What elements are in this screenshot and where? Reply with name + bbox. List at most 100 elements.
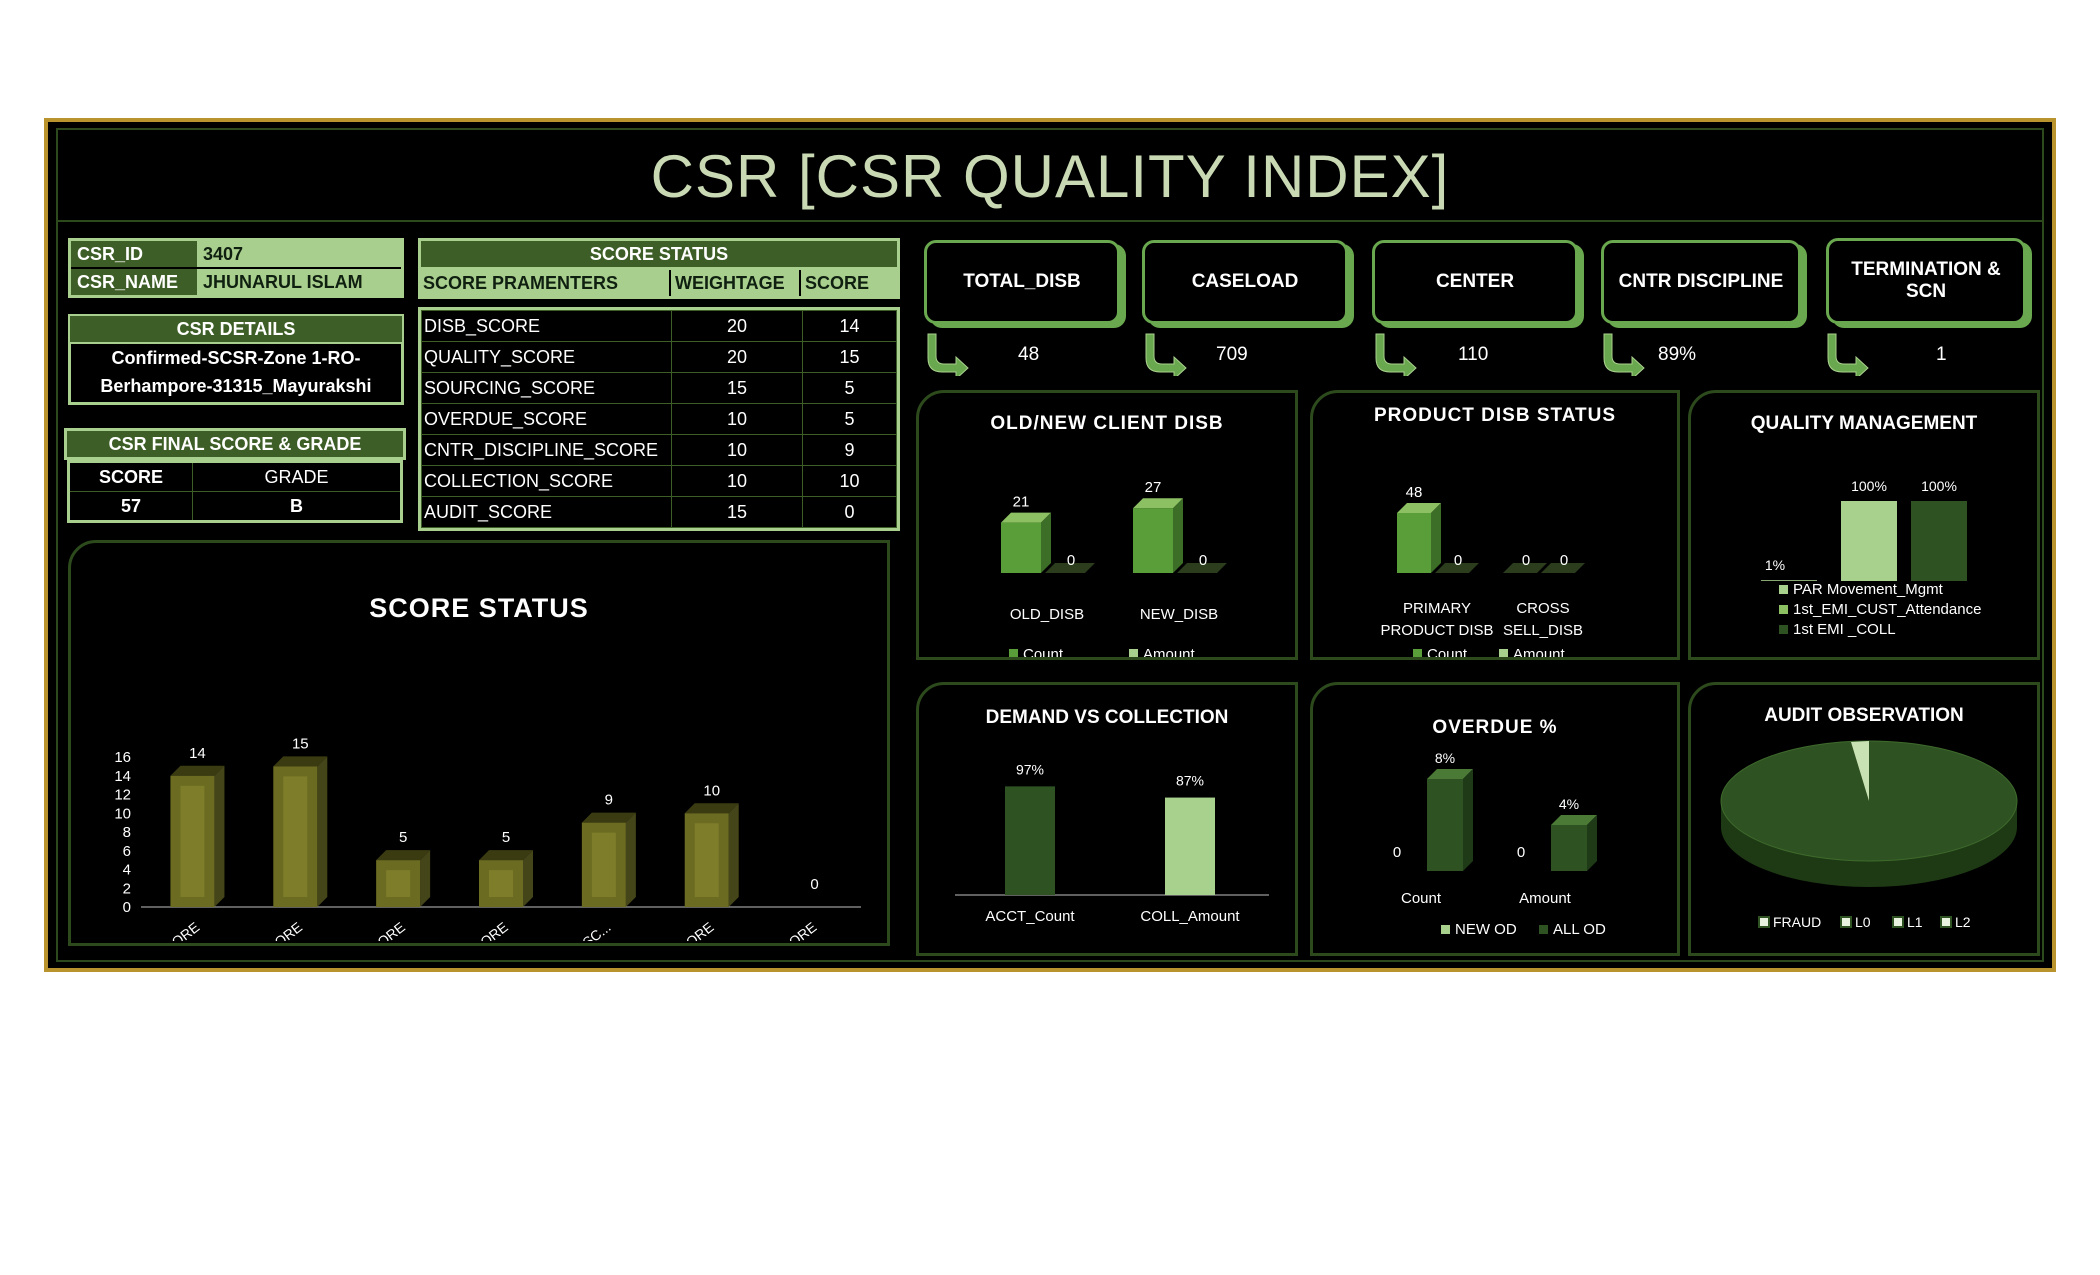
legend-label: Amount <box>1513 646 1566 657</box>
score-status-rows: DISB_SCORE 20 14 QUALITY_SCORE 20 15 SOURCIN… <box>421 310 897 528</box>
audit-observation-panel: AUDIT OBSERVATION FRAUD L0 L1 L2 <box>1688 682 2040 956</box>
bar-side <box>625 812 636 907</box>
table-row: DISB_SCORE 20 14 <box>421 310 897 342</box>
legend-label: Count <box>1023 646 1064 657</box>
score-status-body: DISB_SCORE 20 14 QUALITY_SCORE 20 15 SOURCIN… <box>418 307 900 531</box>
legend-label: NEW OD <box>1455 921 1517 938</box>
table-row: AUDIT_SCORE 15 0 <box>421 496 897 528</box>
audit-observation-chart: FRAUD L0 L1 L2 <box>1720 740 2018 930</box>
param-name: CNTR_DISCIPLINE_SCORE <box>421 434 672 466</box>
legend-label: 1st EMI _COLL <box>1793 621 1896 638</box>
y-tick-label: 14 <box>114 768 131 785</box>
kpi-label: TOTAL_DISB <box>963 271 1081 292</box>
data-label: 87% <box>1176 773 1204 789</box>
page-title: CSR [CSR QUALITY INDEX] <box>650 143 1450 210</box>
table-row: SOURCING_SCORE 15 5 <box>421 372 897 404</box>
legend-label: FRAUD <box>1773 914 1821 930</box>
product-disb-status-panel: PRODUCT DISB STATUS 48 0 PRIMARY PRODUCT DI… <box>1310 390 1680 660</box>
x-tick-label: PRIMARY <box>1403 600 1471 617</box>
param-score: 5 <box>802 372 897 404</box>
arrow-icon <box>1375 333 1417 376</box>
col-header-params: SCORE PRAMENTERS <box>421 270 671 296</box>
legend-swatch <box>1779 625 1788 634</box>
quality-management-panel: QUALITY MANAGEMENT 1% 100% 100% PAR Movemen… <box>1688 390 2040 660</box>
csr-details-box: CSR DETAILS Confirmed-SCSR-Zone 1-RO- Be… <box>68 314 404 406</box>
param-name: OVERDUE_SCORE <box>421 403 672 435</box>
score-status-chart-panel: SCORE STATUS 024681012141614DISB_SCORE15… <box>68 540 890 946</box>
arrow-icon <box>1827 333 1869 376</box>
old-new-client-chart: 21 0 OLD_DISB 27 0 NEW_DISB Count Amount <box>1001 479 1227 657</box>
bar <box>1427 779 1463 871</box>
kpi-card-caseload[interactable]: CASELOAD <box>1142 240 1348 324</box>
x-tick-label: OVERDUE_SCORE <box>401 919 511 941</box>
bar <box>1133 508 1173 573</box>
demand-collection-chart: 97% ACCT_Count 87% COLL_Amount <box>955 761 1269 925</box>
x-tick-label: AUDIT_SCORE <box>731 919 819 941</box>
csr-details-header: CSR DETAILS <box>68 314 404 344</box>
overdue-panel: OVERDUE % 0 8% Count 0 4% Amount NEW OD ALL OD <box>1310 682 1680 956</box>
bar-side <box>1173 498 1183 573</box>
kpi-card-center[interactable]: CENTER <box>1372 240 1578 324</box>
bar <box>1841 501 1897 581</box>
data-label: 1% <box>1765 557 1785 573</box>
score-status-col-headers: SCORE PRAMENTERS WEIGHTAGE SCORE <box>418 270 900 299</box>
x-tick-label: NEW_DISB <box>1140 606 1218 623</box>
legend-label: Count <box>1427 646 1468 657</box>
x-tick-label: CROSS <box>1516 600 1569 617</box>
data-label: 14 <box>189 745 206 762</box>
product-disb-chart: 48 0 PRIMARY PRODUCT DISB 0 0 CROSS SELL_DISB Co… <box>1380 484 1585 657</box>
y-tick-label: 10 <box>114 805 131 822</box>
legend-label: Amount <box>1143 646 1196 657</box>
kpi-card-termination[interactable]: TERMINATION & SCN <box>1826 238 2026 324</box>
legend-swatch <box>1892 916 1904 928</box>
overdue-chart: 0 8% Count 0 4% AmountNEW OD ALL OD <box>1393 750 1606 938</box>
data-label: 0 <box>1199 552 1207 569</box>
final-score-header: CSR FINAL SCORE & GRADE <box>64 428 406 460</box>
data-label: 9 <box>605 792 613 809</box>
kpi-card-cntr-discipline[interactable]: CNTR DISCIPLINE <box>1601 240 1801 324</box>
grade-label: GRADE <box>192 461 402 492</box>
bar <box>1005 786 1055 895</box>
param-name: COLLECTION_SCORE <box>421 465 672 497</box>
x-tick-label: Amount <box>1519 890 1572 907</box>
csr-name-value: JHUNARUL ISLAM <box>199 269 401 295</box>
param-weight: 20 <box>671 341 803 373</box>
score-status-table-box: SCORE STATUS SCORE PRAMENTERS WEIGHTAGE … <box>418 238 900 531</box>
legend-label: PAR Movement_Mgmt <box>1793 581 1944 598</box>
bar-inner <box>489 870 513 897</box>
param-name: DISB_SCORE <box>421 310 672 342</box>
table-row: OVERDUE_SCORE 10 5 <box>421 403 897 435</box>
data-label: 8% <box>1435 750 1455 766</box>
arrow-icon <box>1145 333 1187 376</box>
param-weight: 10 <box>671 403 803 435</box>
quality-management-chart: 1% 100% 100% PAR Movement_Mgmt 1st_EMI_CUST_… <box>1761 478 1981 638</box>
dashboard-frame: CSR [CSR QUALITY INDEX] CSR_ID 3407 CSR_N… <box>44 118 2056 972</box>
y-tick-label: 8 <box>123 824 131 841</box>
data-label: 27 <box>1145 479 1162 496</box>
y-tick-label: 4 <box>123 862 131 879</box>
bar <box>1001 522 1041 573</box>
data-label: 0 <box>1393 844 1401 861</box>
param-weight: 15 <box>671 372 803 404</box>
arrow-icon <box>1603 333 1645 376</box>
y-tick-label: 12 <box>114 787 131 804</box>
csr-details-line2: Berhampore-31315_Mayurakshi <box>100 376 372 396</box>
legend-label: L0 <box>1855 914 1871 930</box>
data-label: 0 <box>1522 552 1530 569</box>
legend-swatch <box>1441 925 1450 934</box>
col-header-weightage: WEIGHTAGE <box>671 270 801 296</box>
bar-side <box>1041 512 1051 573</box>
param-weight: 20 <box>671 310 803 342</box>
legend-swatch <box>1940 916 1952 928</box>
data-label: 48 <box>1406 484 1423 501</box>
legend-swatch <box>1779 605 1788 614</box>
legend-swatch <box>1499 649 1508 657</box>
bar-side <box>1463 769 1473 871</box>
legend-label: L2 <box>1955 914 1971 930</box>
csr-info-box: CSR_ID 3407 CSR_NAME JHUNARUL ISLAM <box>68 238 404 298</box>
bar-inner <box>180 785 205 897</box>
bar-side <box>728 803 739 907</box>
kpi-card-total-disb[interactable]: TOTAL_DISB <box>924 240 1120 324</box>
legend-swatch <box>1758 916 1770 928</box>
table-row: QUALITY_SCORE 20 15 <box>421 341 897 373</box>
